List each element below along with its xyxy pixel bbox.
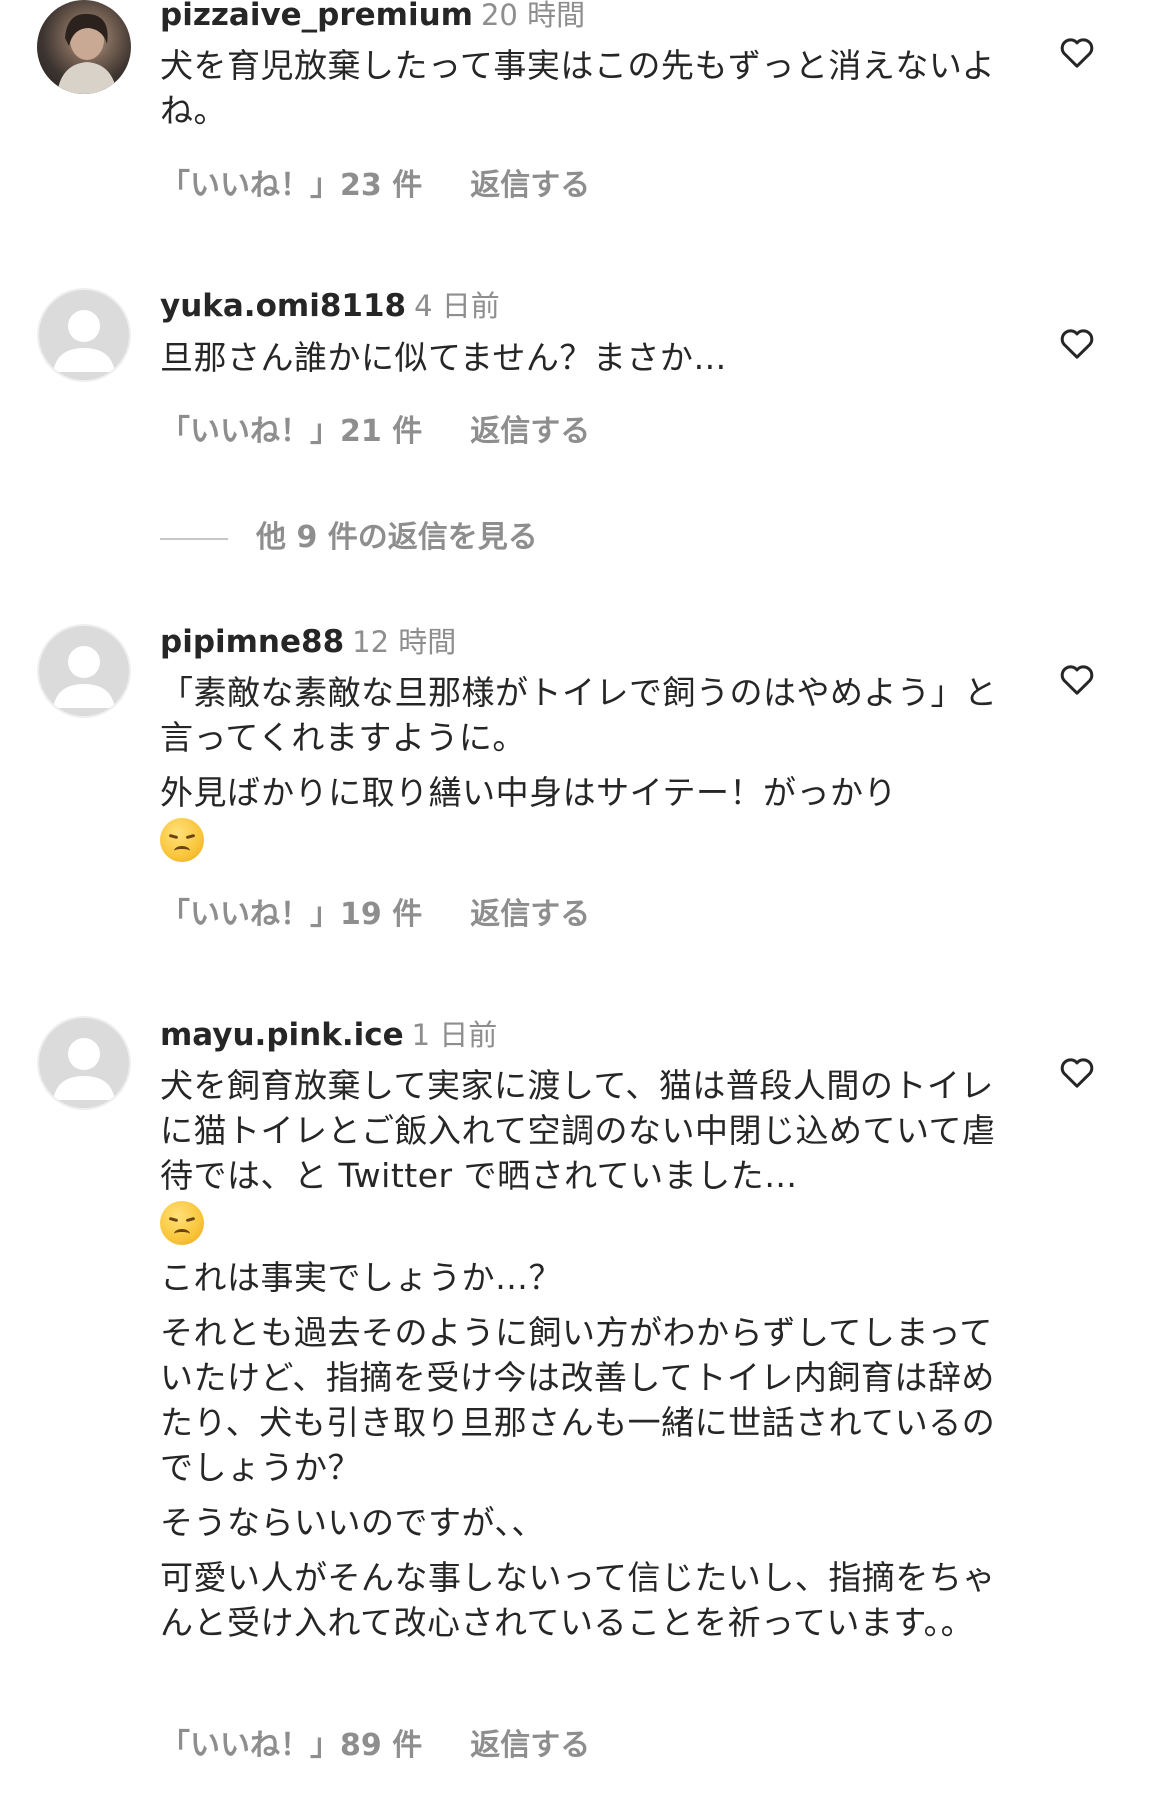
comment-header: pizzaive_premium 20 時間 [160,0,585,34]
username-link[interactable]: pizzaive_premium [160,0,473,33]
replies-divider [160,537,228,540]
like-count[interactable]: 「いいね！」21 件 [160,414,422,449]
comment-paragraph: そうならいいのですが、、 [160,1502,545,1542]
reply-button[interactable]: 返信する [470,168,590,203]
avatar[interactable] [37,624,131,718]
comment-actions: 「いいね！」19 件 返信する [160,889,590,933]
comment-timestamp: 4 日前 [414,289,500,323]
comment-paragraph: 犬を飼育放棄して実家に渡して、猫は普段人間のトイレに猫トイレとご飯入れて空調のな… [160,1063,1010,1245]
heart-outline-icon[interactable] [1057,32,1097,72]
comment-paragraph-text: 犬を飼育放棄して実家に渡して、猫は普段人間のトイレに猫トイレとご飯入れて空調のな… [160,1066,996,1195]
comment-text: 旦那さん誰かに似てません？まさか… [160,335,1010,380]
comment-paragraph: 外見ばかりに取り繕い中身はサイテー！がっかり [160,770,1010,862]
username-link[interactable]: yuka.omi8118 [160,288,406,324]
default-avatar-icon [53,646,115,708]
heart-outline-icon[interactable] [1057,659,1097,699]
comment-paragraph: 犬を育児放棄したって事実はこの先もずっと消えないよね。 [160,46,996,130]
like-count[interactable]: 「いいね！」19 件 [160,897,422,932]
comment-text: 「素敵な素敵な旦那様がトイレで飼うのはやめよう」と言ってくれますように。 外見ば… [160,670,1010,862]
avatar[interactable] [37,0,131,94]
avatar[interactable] [37,1016,131,1110]
default-avatar-icon [53,1038,115,1100]
avatar[interactable] [37,288,131,382]
comment-paragraph: これは事実でしょうか…？ [160,1257,562,1297]
disappointed-face-icon [160,817,204,862]
default-avatar-icon [53,310,115,372]
comment-paragraph: 「素敵な素敵な旦那様がトイレで飼うのはやめよう」と言ってくれますように。 [160,673,998,757]
comment-actions: 「いいね！」21 件 返信する [160,406,590,450]
comment-header: mayu.pink.ice 1 日前 [160,1012,497,1054]
comment-text: 犬を育児放棄したって事実はこの先もずっと消えないよね。 [160,43,1010,133]
comment-timestamp: 20 時間 [480,0,586,32]
heart-outline-icon[interactable] [1057,323,1097,363]
like-count[interactable]: 「いいね！」23 件 [160,168,422,203]
comment-header: pipimne88 12 時間 [160,619,456,661]
comment-paragraph: 旦那さん誰かに似てません？まさか… [160,338,727,377]
comment-timestamp: 1 日前 [411,1018,498,1052]
comment-text: 犬を飼育放棄して実家に渡して、猫は普段人間のトイレに猫トイレとご飯入れて空調のな… [160,1063,1010,1645]
view-replies-label: 他 9 件の返信を見る [256,520,538,555]
comment-paragraph: それとも過去そのように飼い方がわからずしてしまっていたけど、指摘を受け今は改善し… [160,1312,996,1487]
heart-outline-icon[interactable] [1057,1052,1097,1092]
like-count[interactable]: 「いいね！」89 件 [160,1728,422,1763]
pensive-face-icon [160,1200,204,1245]
reply-button[interactable]: 返信する [470,1728,590,1763]
profile-photo-icon [57,13,117,94]
comment-paragraph: 可愛い人がそんな事しないって信じたいし、指摘をちゃんと受け入れて改心されているこ… [160,1557,996,1642]
comment-header: yuka.omi8118 4 日前 [160,283,500,325]
comment-actions: 「いいね！」89 件 返信する [160,1720,590,1764]
reply-button[interactable]: 返信する [470,897,590,932]
comment-actions: 「いいね！」23 件 返信する [160,160,590,204]
username-link[interactable]: pipimne88 [160,624,344,660]
reply-button[interactable]: 返信する [470,414,590,449]
username-link[interactable]: mayu.pink.ice [160,1017,404,1053]
view-replies-button[interactable]: 他 9 件の返信を見る [160,512,538,556]
comment-paragraph-text: 外見ばかりに取り繕い中身はサイテー！がっかり [160,773,897,812]
comment-timestamp: 12 時間 [352,625,457,659]
